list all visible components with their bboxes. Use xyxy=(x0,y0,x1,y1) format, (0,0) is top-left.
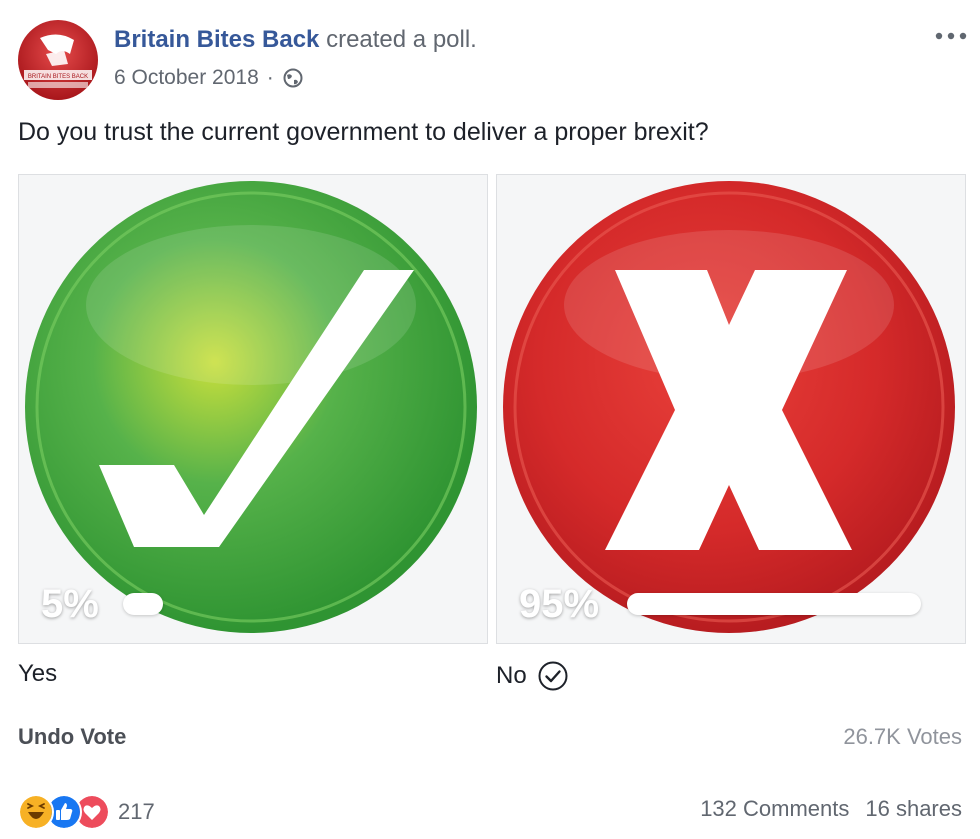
poll-percent-yes: 5% xyxy=(41,582,99,626)
post-action: created a poll. xyxy=(326,26,477,53)
comments-link[interactable]: 132 Comments xyxy=(700,796,849,822)
poll-bar-no xyxy=(627,593,921,615)
poll-label-no[interactable]: No xyxy=(496,660,569,692)
poll-option-no[interactable]: 95% xyxy=(496,174,966,644)
poll-label-yes[interactable]: Yes xyxy=(18,660,57,688)
post-date[interactable]: 6 October 2018 xyxy=(114,66,259,90)
more-options-icon[interactable] xyxy=(932,24,970,48)
poll-question: Do you trust the current government to d… xyxy=(18,118,709,146)
poll-bar-yes xyxy=(123,593,163,615)
avatar[interactable]: BRITAIN BITES BACK xyxy=(18,20,98,100)
haha-icon xyxy=(18,794,54,830)
cross-icon xyxy=(503,181,955,633)
poll-percent-no: 95% xyxy=(519,582,600,626)
voted-check-icon xyxy=(538,661,568,691)
shares-link[interactable]: 16 shares xyxy=(865,796,962,822)
reaction-count: 217 xyxy=(118,799,155,824)
engagement-summary: 132 Comments 16 shares xyxy=(700,796,962,822)
poll-label-yes-text: Yes xyxy=(18,660,58,687)
poll-option-yes[interactable]: 5% xyxy=(18,174,488,644)
post-meta: 6 October 2018 · xyxy=(114,66,304,90)
author-name[interactable]: Britain Bites Back xyxy=(114,26,319,53)
post-header: Britain Bites Back created a poll. xyxy=(114,26,477,54)
avatar-text: BRITAIN BITES BACK xyxy=(28,74,88,80)
undo-vote-button[interactable]: Undo Vote xyxy=(18,724,126,750)
checkmark-icon xyxy=(25,181,477,633)
vote-count[interactable]: 26.7K Votes xyxy=(843,724,962,750)
reactions-summary[interactable]: 217 xyxy=(18,794,155,830)
meta-separator: · xyxy=(266,66,274,89)
poll-label-no-text: No xyxy=(496,662,527,689)
globe-icon[interactable] xyxy=(282,67,304,89)
